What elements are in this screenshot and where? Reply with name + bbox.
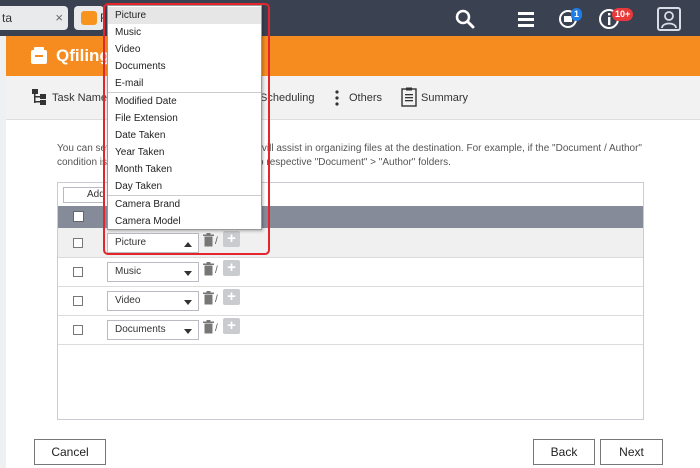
condition-select-value: Music [115,266,142,277]
user-account-button[interactable] [657,7,681,31]
table-row: Music / + [58,257,643,287]
cancel-button[interactable]: Cancel [34,439,106,465]
table-row: Documents / + [58,315,643,345]
app-title: Qfiling [56,46,110,65]
condition-select[interactable]: Documents [107,320,199,340]
table-row: Video / + [58,286,643,316]
alerts-badge: 10+ [612,8,634,21]
chevron-down-icon [184,300,192,305]
task-tree-icon [32,89,46,105]
condition-select[interactable]: Video [107,291,199,311]
instruction-line1-end: vill assist in organizing files at the d… [261,143,642,154]
tab-label: ta [2,11,13,25]
more-dots-icon [335,90,339,106]
trash-icon[interactable] [203,291,214,305]
step-others[interactable]: Others [349,92,382,104]
dropdown-highlight-box [103,3,270,255]
chevron-down-icon [184,271,192,276]
step-summary[interactable]: Summary [421,92,468,104]
summary-clipboard-icon [401,87,417,107]
condition-select[interactable]: Music [107,262,199,282]
instruction-line1-start: You can set [57,143,109,154]
search-icon[interactable] [454,8,476,30]
browser-tab-qfiling[interactable]: F [74,6,107,30]
condition-select-value: Documents [115,324,166,335]
close-icon[interactable]: × [55,10,63,25]
task-stack-icon[interactable] [515,8,537,30]
next-button[interactable]: Next [600,439,663,465]
condition-select-value: Video [115,295,141,306]
trash-icon[interactable] [203,320,214,334]
qfiling-logo-icon [31,47,47,64]
separator-slash: / [215,323,218,334]
add-button[interactable]: Add [63,187,105,203]
browser-tab-1[interactable]: ta × [0,6,68,30]
add-subcondition-button[interactable]: + [223,260,240,276]
notification-badge: 1 [571,8,583,21]
separator-slash: / [215,294,218,305]
folder-icon [81,11,97,25]
separator-slash: / [215,265,218,276]
user-icon [661,11,677,29]
row-checkbox[interactable] [73,267,83,277]
row-checkbox[interactable] [73,238,83,248]
back-button[interactable]: Back [533,439,595,465]
select-all-checkbox[interactable] [73,211,84,222]
row-checkbox[interactable] [73,325,83,335]
instruction-line2-end: o respective "Document" > "Author" folde… [258,157,451,168]
row-checkbox[interactable] [73,296,83,306]
instruction-line2-start: condition is [57,157,108,168]
add-subcondition-button[interactable]: + [223,289,240,305]
add-subcondition-button[interactable]: + [223,318,240,334]
trash-icon[interactable] [203,262,214,276]
chevron-down-icon [184,329,192,334]
